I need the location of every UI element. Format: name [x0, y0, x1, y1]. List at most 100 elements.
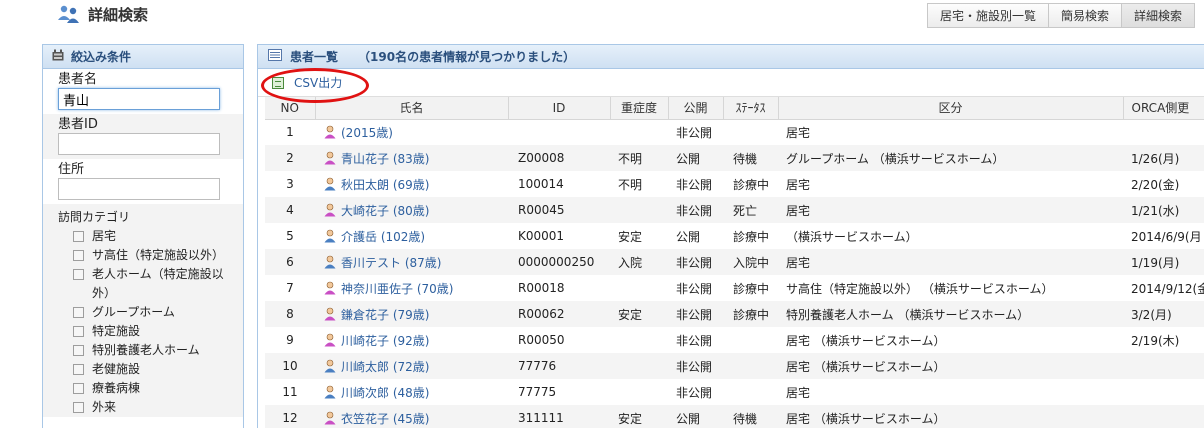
cell-no: 1: [286, 125, 294, 140]
category-item-special-nursing-home[interactable]: 特別養護老人ホーム: [58, 341, 235, 360]
cell-severity: [610, 275, 668, 301]
table-row[interactable]: 12 衣笠花子 (45歳) 311111 安定 公開 待機 居宅 （横浜サービスホーム）: [265, 405, 1204, 428]
category-checkbox[interactable]: [73, 345, 84, 356]
table-row[interactable]: 9 川崎花子 (92歳) R00050 非公開 居宅 （横浜サービスホーム） 2/19(木…: [265, 327, 1204, 353]
cell-no: 12: [265, 405, 315, 428]
cell-category: 居宅 （横浜サービスホーム）: [778, 405, 1123, 428]
category-checkbox[interactable]: [73, 326, 84, 337]
table-row[interactable]: 11 川崎次郎 (48歳) 77775 非公開 居宅: [265, 379, 1204, 405]
cell-category: 居宅 （横浜サービスホーム）: [786, 333, 946, 348]
cell-id: [508, 119, 610, 145]
cell-orca-updated: 2/19(木): [1131, 333, 1180, 348]
female-patient-icon: [323, 281, 337, 295]
column-header[interactable]: 氏名: [315, 97, 509, 120]
category-checkbox[interactable]: [73, 250, 84, 261]
category-item-label: グループホーム: [92, 305, 175, 319]
patient-id-input[interactable]: [58, 133, 220, 155]
cell-orca-updated: 2014/6/9(月: [1131, 229, 1202, 244]
patient-name-link[interactable]: 川崎花子 (92歳): [341, 334, 429, 348]
column-header[interactable]: NO: [265, 97, 316, 120]
tab-advanced-search[interactable]: 詳細検索: [1121, 3, 1196, 28]
category-item-health-facility[interactable]: 老健施設: [58, 360, 235, 379]
patient-name-link[interactable]: 神奈川亜佐子 (70歳): [341, 282, 453, 296]
cell-name[interactable]: 神奈川亜佐子 (70歳): [315, 275, 508, 301]
table-row[interactable]: 4 大崎花子 (80歳) R00045 非公開 死亡 居宅 1/21(水): [265, 197, 1204, 223]
cell-name[interactable]: 介護岳 (102歳): [315, 223, 508, 249]
category-checkbox[interactable]: [73, 402, 84, 413]
category-item-care-ward[interactable]: 療養病棟: [58, 379, 235, 398]
patient-name-link[interactable]: 大崎花子 (80歳): [341, 204, 429, 218]
cell-status: 診療中: [733, 281, 770, 296]
cell-name[interactable]: 川崎次郎 (48歳): [315, 379, 508, 405]
category-item-label: 老健施設: [92, 362, 141, 376]
column-header[interactable]: 区分: [778, 97, 1124, 120]
category-item-outpatient[interactable]: 外来: [58, 398, 235, 417]
tab-simple-search[interactable]: 簡易検索: [1048, 3, 1123, 28]
table-row[interactable]: 3 秋田太朗 (69歳) 100014 不明 非公開 診療中 居宅 2/20(金): [265, 171, 1204, 197]
table-row[interactable]: 8 鎌倉花子 (79歳) R00062 安定 非公開 診療中 特別養護老人ホーム （横浜サー…: [265, 301, 1204, 327]
category-checkbox[interactable]: [73, 383, 84, 394]
table-row[interactable]: 6 香川テスト (87歳) 0000000250 入院 非公開 入院中 居宅 1/19(月): [265, 249, 1204, 275]
category-item-group-home[interactable]: グループホーム: [58, 303, 235, 322]
cell-public: 非公開: [676, 281, 713, 296]
patient-name-link[interactable]: 川崎次郎 (48歳): [341, 386, 429, 400]
patient-name-link[interactable]: 秋田太朗 (69歳): [341, 178, 429, 192]
patient-name-link[interactable]: (2015歳): [341, 126, 393, 140]
cell-severity: [610, 327, 668, 353]
patient-name-link[interactable]: 鎌倉花子 (79歳): [341, 308, 429, 322]
category-checkbox[interactable]: [73, 364, 84, 375]
tab-facility-list[interactable]: 居宅・施設別一覧: [927, 3, 1050, 28]
patient-table: NO 氏名 ID 重症度 公開 ｽﾃｰﾀｽ 区分 ORCA側更 1 (2015歳)…: [265, 97, 1204, 428]
cell-name[interactable]: 川崎太郎 (72歳): [315, 353, 508, 379]
female-patient-icon: [323, 151, 337, 165]
cell-name[interactable]: 衣笠花子 (45歳): [315, 405, 508, 428]
category-item-nursing-home[interactable]: 老人ホーム（特定施設以外）: [58, 265, 235, 303]
category-item-home[interactable]: 居宅: [58, 227, 235, 246]
cell-name[interactable]: 青山花子 (83歳): [315, 145, 508, 171]
column-header[interactable]: ORCA側更: [1123, 97, 1204, 120]
male-patient-icon: [323, 177, 337, 191]
category-item-specified-facility[interactable]: 特定施設: [58, 322, 235, 341]
category-checkbox[interactable]: [73, 231, 84, 242]
patient-name-link[interactable]: 青山花子 (83歳): [341, 152, 429, 166]
cell-name[interactable]: (2015歳): [315, 119, 508, 145]
cell-name[interactable]: 川崎花子 (92歳): [315, 327, 508, 353]
table-row[interactable]: 10 川崎太郎 (72歳) 77776 非公開 居宅 （横浜サービスホーム）: [265, 353, 1204, 379]
cell-no: 7: [286, 281, 294, 295]
patient-name-link[interactable]: 川崎太郎 (72歳): [341, 360, 429, 374]
cell-name[interactable]: 大崎花子 (80歳): [315, 197, 508, 223]
male-patient-icon: [323, 359, 337, 373]
table-row[interactable]: 2 青山花子 (83歳) Z00008 不明 公開 待機 グループホーム （横浜サービスホー…: [265, 145, 1204, 171]
patient-name-label: 患者名: [58, 72, 98, 87]
cell-name[interactable]: 秋田太朗 (69歳): [315, 171, 508, 197]
category-list: 居宅 サ高住（特定施設以外） 老人ホーム（特定施設以外） グループホーム 特定施…: [58, 227, 235, 417]
category-checkbox[interactable]: [73, 307, 84, 318]
patient-name-field: 患者名: [43, 69, 243, 114]
filter-icon: [52, 49, 64, 64]
table-row[interactable]: 1 (2015歳) 非公開 居宅: [265, 119, 1204, 145]
cell-no: 9: [286, 333, 294, 347]
csv-export-button[interactable]: CSV出力: [272, 72, 342, 94]
list-icon: [268, 49, 282, 64]
cell-orca-updated: 1/21(水): [1123, 197, 1204, 223]
column-header[interactable]: 公開: [668, 97, 724, 120]
column-header[interactable]: ｽﾃｰﾀｽ: [723, 97, 779, 120]
patient-name-link[interactable]: 香川テスト (87歳): [341, 256, 441, 270]
cell-name[interactable]: 鎌倉花子 (79歳): [315, 301, 508, 327]
female-patient-icon: [323, 333, 337, 347]
category-item-service-housing[interactable]: サ高住（特定施設以外）: [58, 246, 235, 265]
cell-public: 公開: [676, 229, 701, 244]
table-row[interactable]: 7 神奈川亜佐子 (70歳) R00018 非公開 診療中 サ高住（特定施設以外） （横浜…: [265, 275, 1204, 301]
column-header[interactable]: 重症度: [610, 97, 669, 120]
cell-severity: [610, 379, 668, 405]
address-input[interactable]: [58, 178, 220, 200]
category-checkbox[interactable]: [73, 269, 84, 280]
column-header[interactable]: ID: [508, 97, 611, 120]
patient-name-input[interactable]: [58, 88, 220, 110]
cell-category: グループホーム （横浜サービスホーム）: [778, 145, 1123, 171]
patient-list-panel: 患者一覧 （190名の患者情報が見つかりました） CSV出力 NO 氏名 ID …: [257, 44, 1204, 428]
patient-name-link[interactable]: 衣笠花子 (45歳): [341, 412, 429, 426]
table-row[interactable]: 5 介護岳 (102歳) K00001 安定 公開 診療中 （横浜サービスホーム） 2014/…: [265, 223, 1204, 249]
patient-name-link[interactable]: 介護岳 (102歳): [341, 230, 425, 244]
cell-name[interactable]: 香川テスト (87歳): [315, 249, 508, 275]
